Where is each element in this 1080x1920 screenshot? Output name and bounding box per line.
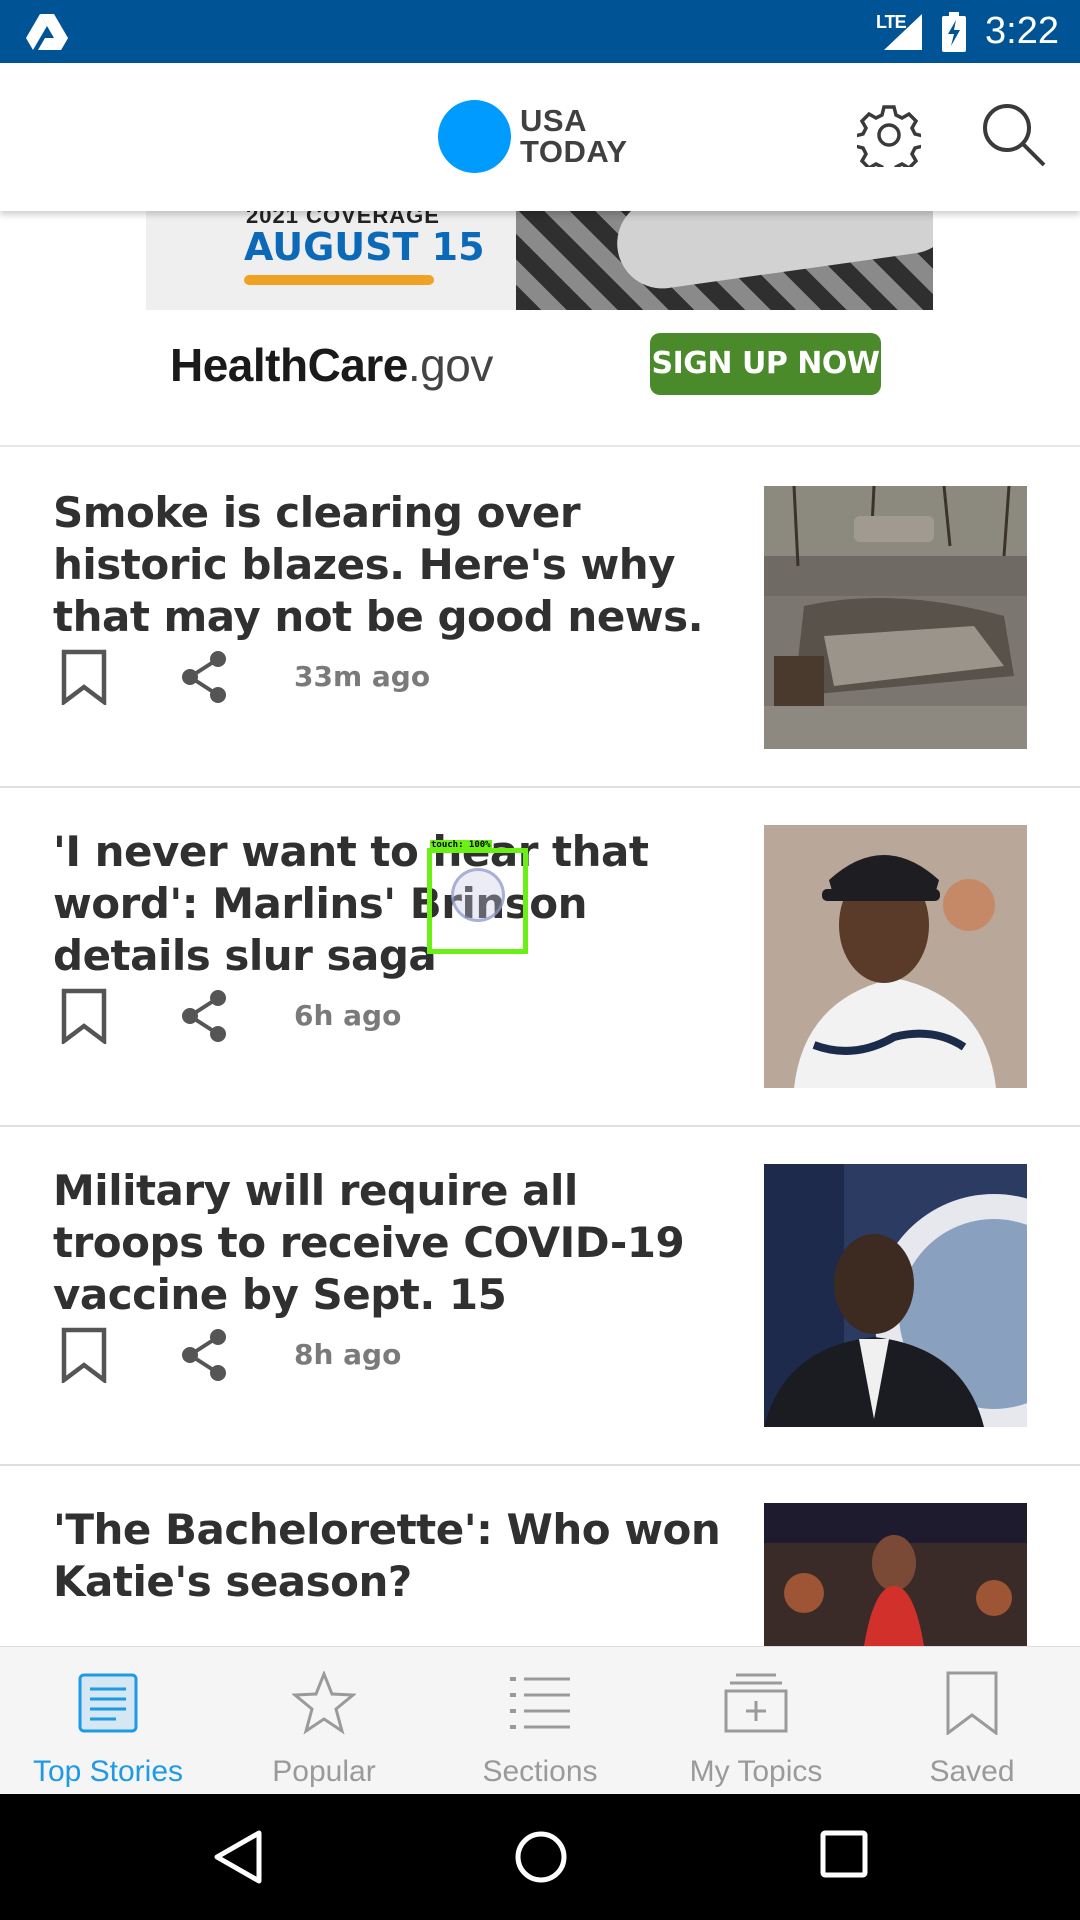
home-icon[interactable] <box>514 1830 568 1884</box>
status-bar: LTE 3:22 <box>0 0 1080 63</box>
tab-top-stories[interactable]: Top Stories <box>0 1647 216 1795</box>
article-item[interactable]: Smoke is clearing over historic blazes. … <box>0 449 1080 788</box>
article-timestamp: 8h ago <box>294 1338 402 1371</box>
touch-highlight-box <box>427 848 528 954</box>
tab-label: My Topics <box>689 1755 823 1788</box>
ad-brand-suffix: .gov <box>407 339 493 391</box>
tab-label: Popular <box>272 1755 376 1788</box>
star-icon <box>292 1671 356 1735</box>
drive-icon <box>26 14 68 50</box>
touch-label: touch: 100% <box>430 840 492 850</box>
clock: 3:22 <box>985 10 1059 52</box>
article-thumbnail[interactable] <box>764 825 1027 1088</box>
back-icon[interactable] <box>213 1830 263 1884</box>
article-timestamp: 6h ago <box>294 999 402 1032</box>
article-headline[interactable]: Smoke is clearing over historic blazes. … <box>53 487 733 643</box>
article-thumbnail[interactable] <box>764 1503 1027 1646</box>
recent-apps-icon[interactable] <box>820 1830 868 1878</box>
bottom-navigation: Top Stories Popular Sections My Topics S… <box>0 1646 1080 1794</box>
share-icon[interactable] <box>178 988 230 1044</box>
usa-today-logo-text: USA TODAY <box>520 105 628 167</box>
system-navigation-bar <box>0 1794 1080 1920</box>
usa-today-logo-dot <box>438 100 511 173</box>
article-item[interactable]: 'I never want to hear that word': Marlin… <box>0 788 1080 1127</box>
article-item[interactable]: Military will require all troops to rece… <box>0 1127 1080 1466</box>
ad-signup-button[interactable]: SIGN UP NOW <box>650 333 881 395</box>
network-type: LTE <box>876 12 907 32</box>
advertisement[interactable]: 2021 COVERAGE AUGUST 15 HealthCare.gov S… <box>0 211 1080 447</box>
tab-my-topics[interactable]: My Topics <box>648 1647 864 1795</box>
ad-banner-date: AUGUST 15 <box>244 225 485 269</box>
article-thumbnail[interactable] <box>764 486 1027 749</box>
ad-banner-image: 2021 COVERAGE AUGUST 15 <box>146 211 933 310</box>
article-headline[interactable]: 'I never want to hear that word': Marlin… <box>53 826 733 982</box>
article-headline[interactable]: 'The Bachelorette': Who won Katie's seas… <box>53 1504 733 1608</box>
ad-brand: HealthCare.gov <box>170 338 493 392</box>
tab-sections[interactable]: Sections <box>432 1647 648 1795</box>
newspaper-icon <box>78 1673 138 1733</box>
battery-icon <box>942 12 966 52</box>
bookmark-icon[interactable] <box>60 649 108 705</box>
bookmark-icon[interactable] <box>60 988 108 1044</box>
ad-brand-bold: HealthCare <box>170 339 408 391</box>
bookmark-icon[interactable] <box>60 1327 108 1383</box>
share-icon[interactable] <box>178 649 230 705</box>
article-thumbnail[interactable] <box>764 1164 1027 1427</box>
tab-label: Sections <box>482 1755 598 1788</box>
gear-icon[interactable] <box>857 103 921 167</box>
app-header: USA TODAY <box>0 63 1080 211</box>
bookmark-icon <box>946 1671 998 1735</box>
tab-label: Top Stories <box>32 1755 184 1788</box>
tab-label: Saved <box>929 1755 1015 1788</box>
logo-line-2: TODAY <box>520 134 628 169</box>
article-timestamp: 33m ago <box>294 660 431 693</box>
tab-saved[interactable]: Saved <box>864 1647 1080 1795</box>
tab-popular[interactable]: Popular <box>216 1647 432 1795</box>
article-headline[interactable]: Military will require all troops to rece… <box>53 1165 733 1321</box>
share-icon[interactable] <box>178 1327 230 1383</box>
search-icon[interactable] <box>980 101 1048 169</box>
list-icon <box>510 1677 570 1729</box>
add-topic-icon <box>724 1673 788 1733</box>
article-item[interactable]: 'The Bachelorette': Who won Katie's seas… <box>0 1466 1080 1646</box>
logo-line-1: USA <box>520 103 587 138</box>
